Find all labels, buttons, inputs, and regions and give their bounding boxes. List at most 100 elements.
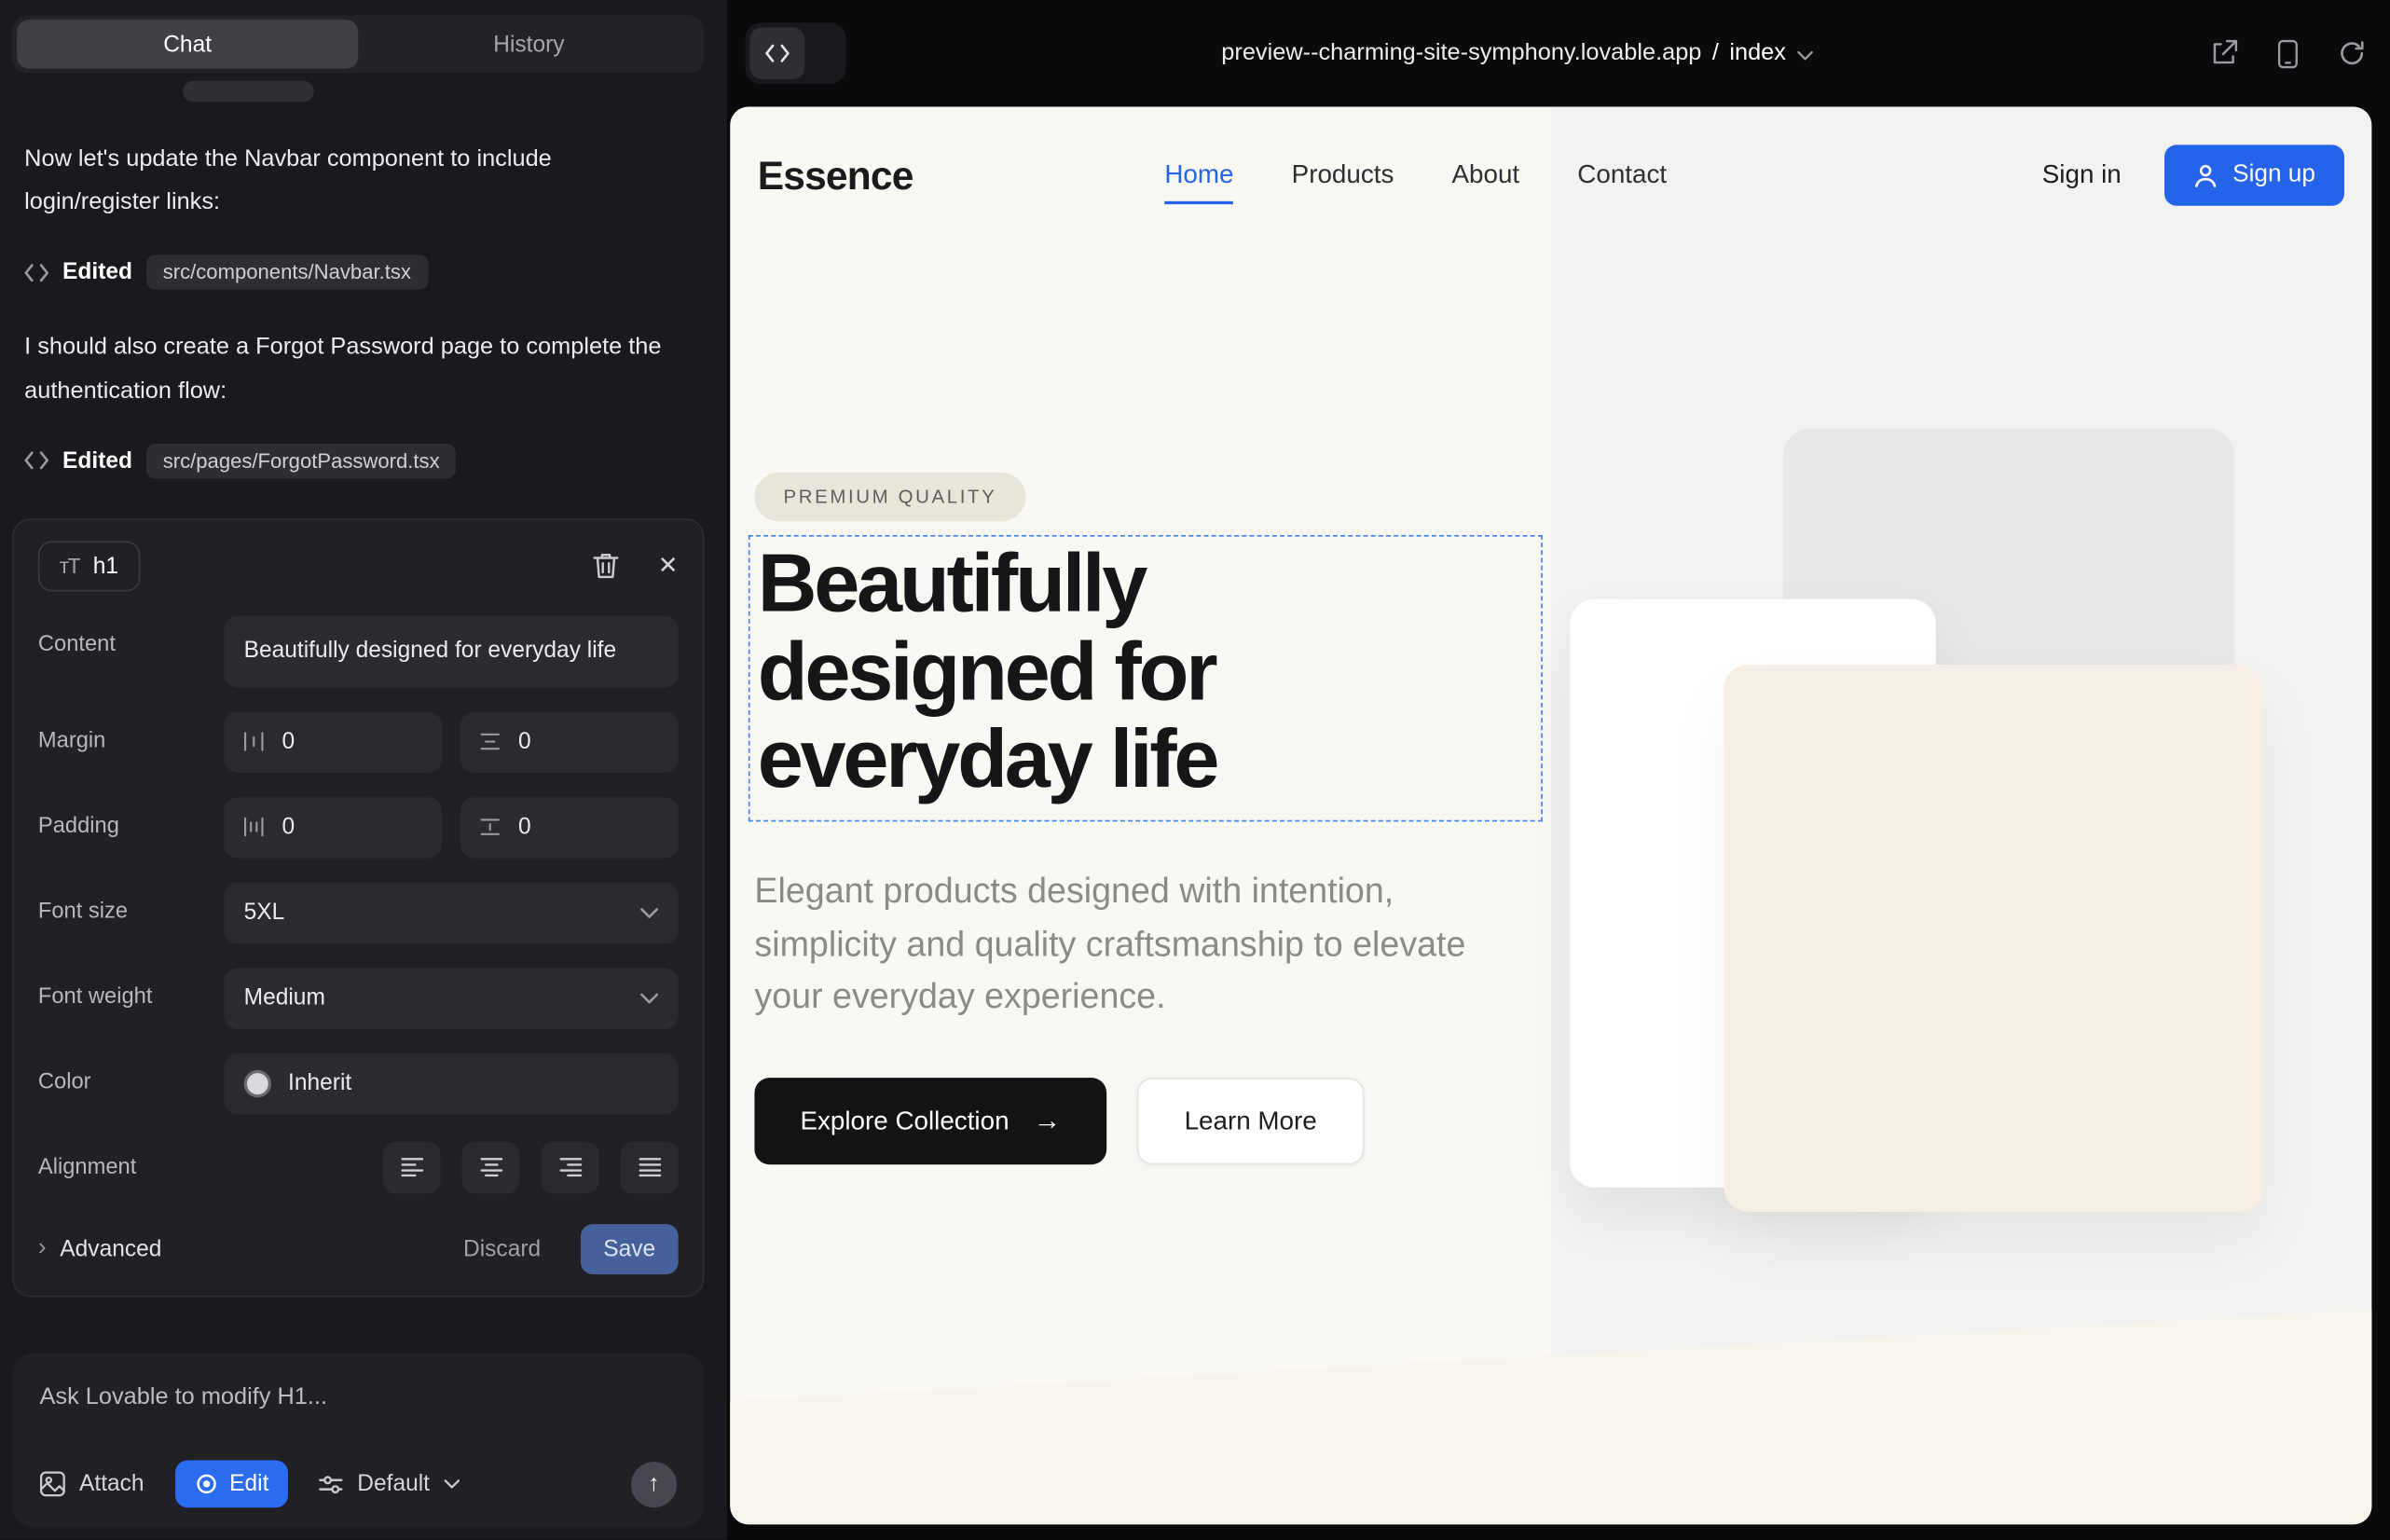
font-size-row: Font size 5XL (38, 882, 679, 942)
preview-topbar: preview--charming-site-symphony.lovable.… (727, 0, 2390, 106)
hero-cta-row: Explore Collection → Learn More (754, 1078, 1364, 1164)
font-size-label: Font size (38, 882, 224, 942)
chevron-down-icon (1796, 49, 1813, 60)
padding-y-input[interactable]: 0 (460, 796, 679, 857)
edited-label: Edited (62, 260, 132, 286)
padding-x-value: 0 (282, 814, 295, 840)
align-left-button[interactable] (382, 1141, 440, 1193)
nav-link-contact[interactable]: Contact (1577, 160, 1667, 191)
user-icon (2193, 163, 2218, 187)
font-size-value: 5XL (244, 900, 285, 926)
sign-up-label: Sign up (2232, 161, 2315, 188)
mobile-preview-button[interactable] (2277, 39, 2299, 68)
file-chip[interactable]: src/pages/ForgotPassword.tsx (146, 444, 457, 479)
padding-label: Padding (38, 796, 224, 857)
save-button[interactable]: Save (581, 1223, 679, 1273)
tab-chat[interactable]: Chat (17, 20, 358, 68)
nav-link-about[interactable]: About (1452, 160, 1520, 191)
chevron-down-icon (444, 1478, 460, 1489)
trash-icon (592, 552, 618, 579)
hero-diagonal-band (730, 1300, 2371, 1524)
attach-label: Attach (79, 1471, 144, 1497)
font-weight-row: Font weight Medium (38, 968, 679, 1028)
site-navbar: Essence Home Products About Contact Sign… (730, 106, 2371, 243)
refresh-button[interactable] (2338, 40, 2365, 67)
type-icon: тT (60, 554, 79, 578)
send-button[interactable]: ↑ (631, 1461, 677, 1506)
view-mode-toggle (746, 23, 846, 84)
code-icon (765, 44, 790, 62)
close-inspector-button[interactable]: ✕ (658, 551, 679, 582)
font-size-select[interactable]: 5XL (224, 882, 678, 942)
chevron-down-icon (640, 906, 659, 918)
page-selector-value: index (1729, 40, 1786, 67)
learn-more-button[interactable]: Learn More (1137, 1078, 1365, 1164)
color-row: Color Inherit (38, 1052, 679, 1113)
margin-row: Margin 0 0 (38, 711, 679, 772)
model-default-select[interactable]: Default (319, 1471, 460, 1497)
nav-link-home[interactable]: Home (1164, 160, 1233, 204)
content-input[interactable]: Beautifully designed for everyday life (224, 615, 678, 686)
font-weight-value: Medium (244, 984, 325, 1011)
margin-y-value: 0 (518, 729, 531, 755)
sign-in-button[interactable]: Sign in (2033, 158, 2131, 192)
alignment-row: Alignment (38, 1138, 679, 1193)
hero-heading-line: everyday life (758, 717, 1541, 804)
edited-label: Edited (62, 447, 132, 474)
code-view-button[interactable] (750, 27, 805, 79)
selected-h1-element[interactable]: Beautifully designed for everyday life (749, 535, 1543, 821)
smartphone-icon (2277, 39, 2299, 68)
site-logo[interactable]: Essence (758, 152, 913, 199)
align-center-button[interactable] (461, 1141, 519, 1193)
preview-url-bar[interactable]: preview--charming-site-symphony.lovable.… (1221, 0, 1813, 106)
topbar-actions (2210, 39, 2366, 68)
tab-history[interactable]: History (358, 20, 699, 68)
align-justify-button[interactable] (621, 1141, 679, 1193)
site-preview: Essence Home Products About Contact Sign… (730, 106, 2371, 1524)
arrow-up-icon: ↑ (648, 1471, 659, 1497)
app-window: Chat History Now let's update the Navbar… (0, 0, 2390, 1540)
font-weight-select[interactable]: Medium (224, 968, 678, 1028)
chat-panel: Chat History Now let's update the Navbar… (0, 0, 727, 1540)
alignment-label: Alignment (38, 1138, 224, 1193)
selected-element-tag[interactable]: тT h1 (38, 541, 140, 591)
advanced-label: Advanced (60, 1235, 161, 1261)
margin-y-input[interactable]: 0 (460, 711, 679, 772)
color-select[interactable]: Inherit (224, 1052, 678, 1113)
chat-input[interactable]: Ask Lovable to modify H1... (40, 1384, 678, 1418)
delete-element-button[interactable] (592, 552, 618, 579)
external-link-icon (2210, 40, 2237, 67)
hero-heading-line: Beautifully (758, 541, 1541, 628)
margin-x-input[interactable]: 0 (224, 711, 442, 772)
attach-button[interactable]: Attach (40, 1471, 144, 1497)
refresh-icon (2338, 40, 2365, 67)
padding-vertical-icon (478, 816, 501, 839)
chat-history-tabbar: Chat History (12, 15, 704, 73)
default-label: Default (357, 1471, 430, 1497)
explore-collection-label: Explore Collection (800, 1106, 1009, 1136)
padding-x-input[interactable]: 0 (224, 796, 442, 857)
hero-heading: Beautifully designed for everyday life (758, 541, 1541, 804)
margin-horizontal-icon (242, 730, 266, 753)
assistant-message: I should also create a Forgot Password p… (24, 327, 691, 413)
advanced-toggle[interactable]: › Advanced (38, 1235, 162, 1262)
align-center-icon (479, 1156, 502, 1179)
sign-up-button[interactable]: Sign up (2164, 144, 2344, 205)
discard-button[interactable]: Discard (454, 1234, 550, 1263)
inspector-footer: › Advanced Discard Save (38, 1217, 679, 1277)
open-in-new-tab-button[interactable] (2210, 40, 2237, 67)
edit-label: Edit (229, 1471, 268, 1497)
file-chip[interactable]: src/components/Navbar.tsx (146, 255, 428, 291)
align-right-button[interactable] (541, 1141, 598, 1193)
edit-mode-button[interactable]: Edit (174, 1461, 288, 1508)
explore-collection-button[interactable]: Explore Collection → (754, 1078, 1106, 1164)
chat-scroll-area[interactable]: Now let's update the Navbar component to… (0, 73, 727, 1335)
nav-link-products[interactable]: Products (1292, 160, 1394, 191)
hero-paragraph: Elegant products designed with intention… (754, 864, 1504, 1022)
edit-target-icon (195, 1473, 218, 1496)
font-weight-label: Font weight (38, 968, 224, 1028)
content-label: Content (38, 615, 224, 686)
code-icon (24, 264, 48, 282)
element-tag-label: h1 (93, 553, 118, 579)
site-nav-links: Home Products About Contact (1164, 160, 1667, 191)
